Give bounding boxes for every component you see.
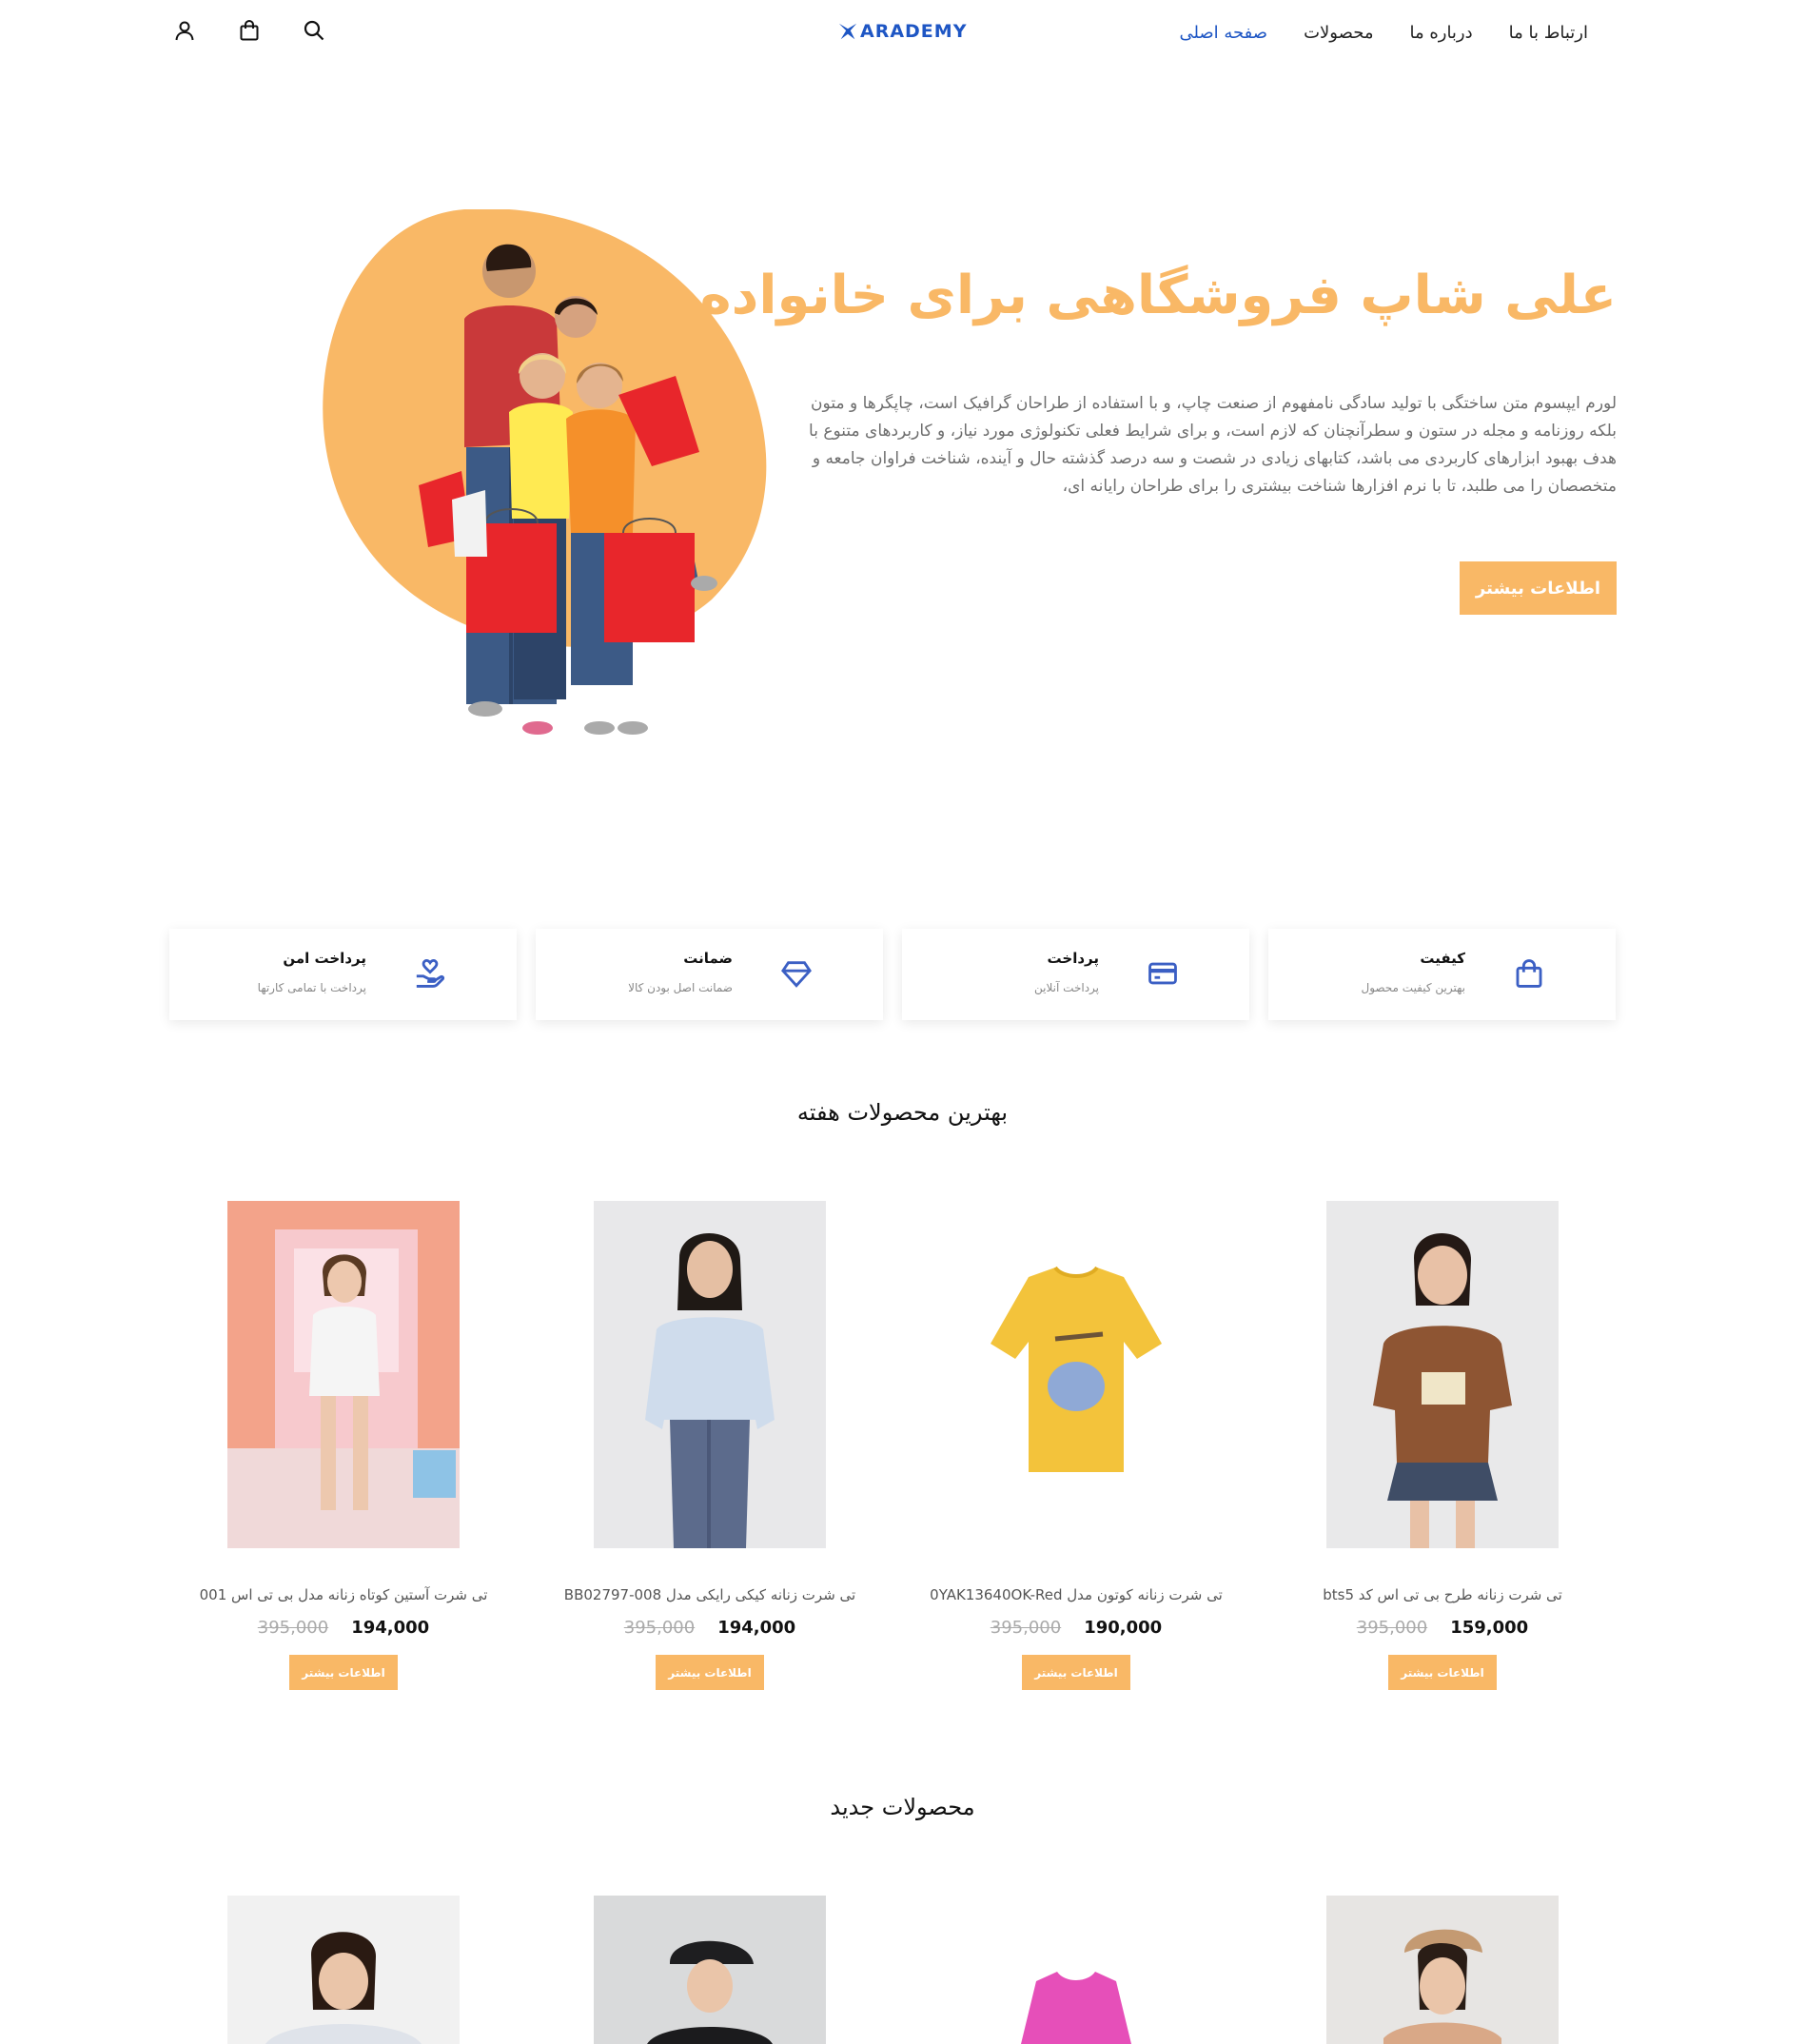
product-name[interactable]: تی شرت آستین کوتاه زنانه مدل بی تی اس 00… bbox=[169, 1586, 518, 1603]
price-row: 395,000 159,000 bbox=[1268, 1618, 1617, 1638]
feature-card: کیفیت بهترین کیفیت محصول bbox=[1268, 929, 1616, 1020]
old-price: 395,000 bbox=[257, 1618, 329, 1638]
feature-card: ضمانت ضمانت اصل بودن کالا bbox=[536, 929, 883, 1020]
site-logo[interactable]: ARADEMY bbox=[837, 21, 967, 42]
hand-heart-icon bbox=[416, 958, 445, 988]
hero-description: لورم ایپسوم متن ساختگی با تولید سادگی نا… bbox=[809, 394, 1617, 496]
product-card[interactable] bbox=[536, 1896, 902, 2044]
best-products-grid: تی شرت زنانه طرح بی تی اس کد bts5 395,00… bbox=[169, 1201, 1635, 1696]
price: 190,000 bbox=[1084, 1618, 1163, 1638]
product-name[interactable]: تی شرت زنانه طرح بی تی اس کد bts5 bbox=[1268, 1586, 1617, 1603]
price: 159,000 bbox=[1450, 1618, 1529, 1638]
feature-card: پرداخت امن پرداخت با تمامی کارتها bbox=[169, 929, 517, 1020]
product-name[interactable]: تی شرت زنانه کوتون مدل 0YAK13640OK-Red bbox=[902, 1586, 1250, 1603]
product-image[interactable] bbox=[960, 1896, 1192, 2044]
user-icon[interactable] bbox=[171, 17, 198, 44]
product-image[interactable] bbox=[594, 1201, 826, 1548]
price-row: 395,000 194,000 bbox=[536, 1618, 884, 1638]
feature-subtitle: پرداخت با تمامی کارتها bbox=[257, 981, 366, 994]
product-image[interactable] bbox=[960, 1201, 1192, 1548]
site-header: صفحه اصلی محصولات درباره ما ارتباط با ما… bbox=[0, 0, 1805, 71]
header-icons bbox=[171, 17, 327, 44]
best-products-title: بهترین محصولات هفته bbox=[796, 1099, 1009, 1126]
product-card[interactable] bbox=[169, 1896, 536, 2044]
old-price: 395,000 bbox=[990, 1618, 1062, 1638]
product-card[interactable]: تی شرت آستین کوتاه زنانه مدل بی تی اس 00… bbox=[169, 1201, 536, 1696]
hero-family-image bbox=[419, 244, 717, 735]
product-card[interactable]: تی شرت زنانه کیکی رایکی مدل BB02797-008 … bbox=[536, 1201, 902, 1696]
product-image[interactable] bbox=[227, 1201, 460, 1548]
product-image[interactable] bbox=[227, 1896, 460, 2044]
logo-text: ARADEMY bbox=[860, 21, 968, 42]
credit-card-icon bbox=[1148, 962, 1177, 985]
nav-products[interactable]: محصولات bbox=[1304, 23, 1373, 43]
feature-card: پرداخت پرداخت آنلاین bbox=[902, 929, 1249, 1020]
price: 194,000 bbox=[351, 1618, 430, 1638]
main-nav: صفحه اصلی محصولات درباره ما ارتباط با ما bbox=[1179, 23, 1588, 43]
feature-title: پرداخت امن bbox=[283, 950, 366, 967]
diamond-icon bbox=[781, 961, 812, 988]
old-price: 395,000 bbox=[623, 1618, 696, 1638]
product-image[interactable] bbox=[1326, 1201, 1559, 1548]
product-image[interactable] bbox=[1326, 1896, 1559, 2044]
feature-title: کیفیت bbox=[1420, 950, 1465, 967]
nav-home[interactable]: صفحه اصلی bbox=[1179, 23, 1267, 43]
new-products-grid bbox=[169, 1896, 1635, 2044]
product-name[interactable]: تی شرت زنانه کیکی رایکی مدل BB02797-008 bbox=[536, 1586, 884, 1603]
price-row: 395,000 194,000 bbox=[169, 1618, 518, 1638]
product-more-info-button[interactable]: اطلاعات بیشتر bbox=[289, 1655, 398, 1690]
product-card[interactable] bbox=[1268, 1896, 1635, 2044]
hero-title: علی شاپ فروشگاهی برای خانواده bbox=[699, 265, 1617, 326]
feature-subtitle: ضمانت اصل بودن کالا bbox=[628, 981, 733, 994]
feature-subtitle: پرداخت آنلاین bbox=[1034, 981, 1099, 994]
features-row: کیفیت بهترین کیفیت محصول پرداخت پرداخت آ… bbox=[169, 929, 1616, 1020]
shopping-bag-icon bbox=[1516, 959, 1542, 988]
product-more-info-button[interactable]: اطلاعات بیشتر bbox=[656, 1655, 764, 1690]
old-price: 395,000 bbox=[1356, 1618, 1428, 1638]
product-card[interactable]: تی شرت زنانه کوتون مدل 0YAK13640OK-Red 3… bbox=[902, 1201, 1268, 1696]
product-more-info-button[interactable]: اطلاعات بیشتر bbox=[1388, 1655, 1497, 1690]
product-card[interactable] bbox=[902, 1896, 1268, 2044]
shopping-bag-icon[interactable] bbox=[236, 17, 263, 44]
feature-subtitle: بهترین کیفیت محصول bbox=[1361, 981, 1465, 994]
hero-more-info-button[interactable]: اطلاعات بیشتر bbox=[1460, 561, 1617, 615]
product-card[interactable]: تی شرت زنانه طرح بی تی اس کد bts5 395,00… bbox=[1268, 1201, 1635, 1696]
price-row: 395,000 190,000 bbox=[902, 1618, 1250, 1638]
product-more-info-button[interactable]: اطلاعات بیشتر bbox=[1022, 1655, 1130, 1690]
logo-star-icon bbox=[838, 23, 857, 40]
nav-contact[interactable]: ارتباط با ما bbox=[1509, 23, 1588, 43]
product-image[interactable] bbox=[594, 1896, 826, 2044]
new-products-title: محصولات جدید bbox=[830, 1794, 975, 1820]
feature-title: ضمانت bbox=[683, 950, 733, 967]
nav-about[interactable]: درباره ما bbox=[1409, 23, 1472, 43]
feature-title: پرداخت bbox=[1047, 950, 1100, 967]
search-icon[interactable] bbox=[301, 17, 327, 44]
price: 194,000 bbox=[717, 1618, 796, 1638]
